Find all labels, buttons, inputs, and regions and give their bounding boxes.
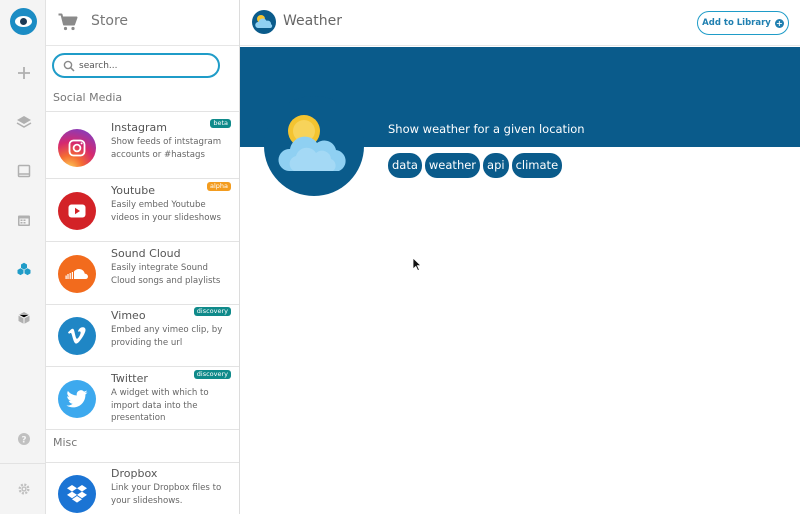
item-description: Easily embed Youtube videos in your slid… xyxy=(111,200,221,223)
store-item-twitter[interactable]: Twitter discovery A widget with which to… xyxy=(46,368,239,430)
rail-divider xyxy=(0,463,46,464)
cube-icon[interactable] xyxy=(13,307,34,328)
tag-list: data weather api climate xyxy=(388,153,563,178)
store-item-vimeo[interactable]: Vimeo discovery Embed any vimeo clip, by… xyxy=(46,305,239,367)
store-title: Store xyxy=(91,13,129,29)
help-icon[interactable]: ? xyxy=(13,428,34,449)
tag-chip[interactable]: climate xyxy=(511,153,563,178)
instagram-icon xyxy=(58,129,96,167)
tag-chip[interactable]: data xyxy=(388,153,422,178)
weather-large-icon xyxy=(264,96,364,196)
status-badge: alpha xyxy=(206,182,231,191)
soundcloud-icon xyxy=(58,255,96,293)
status-badge: discovery xyxy=(193,307,231,316)
store-item-youtube[interactable]: Youtube alpha Easily embed Youtube video… xyxy=(46,180,239,242)
item-description: Easily integrate Sound Cloud songs and p… xyxy=(111,263,221,286)
calendar-icon[interactable] xyxy=(13,209,34,230)
slide-icon[interactable] xyxy=(13,160,34,181)
store-item-instagram[interactable]: Instagram beta Show feeds of intstagram … xyxy=(46,117,239,179)
twitter-icon xyxy=(58,380,96,418)
item-title: Instagram xyxy=(111,121,167,134)
search-icon xyxy=(63,60,75,72)
mouse-cursor-icon xyxy=(412,257,422,272)
store-item-soundcloud[interactable]: Sound Cloud Easily integrate Sound Cloud… xyxy=(46,243,239,305)
item-title: Dropbox xyxy=(111,467,158,480)
main-header: Weather Add to Library + xyxy=(240,0,800,46)
widget-description: Show weather for a given location xyxy=(388,122,585,136)
item-description: Embed any vimeo clip, by providing the u… xyxy=(111,325,223,348)
item-title: Vimeo xyxy=(111,309,146,322)
item-title: Sound Cloud xyxy=(111,247,181,260)
add-to-library-button[interactable]: Add to Library + xyxy=(697,11,789,35)
status-badge: discovery xyxy=(193,370,231,379)
item-description: A widget with which to import data into … xyxy=(111,388,209,423)
dropbox-icon xyxy=(58,475,96,513)
status-badge: beta xyxy=(210,119,231,128)
item-title: Twitter xyxy=(111,372,148,385)
tag-chip[interactable]: api xyxy=(483,153,509,178)
plus-icon[interactable] xyxy=(13,62,34,83)
search-input[interactable] xyxy=(79,58,214,74)
store-header: Store xyxy=(46,0,239,46)
weather-icon xyxy=(252,10,276,34)
gear-icon[interactable] xyxy=(13,478,34,499)
section-heading-social-media: Social Media xyxy=(46,86,239,112)
add-to-library-label: Add to Library xyxy=(702,18,771,28)
youtube-icon xyxy=(58,192,96,230)
section-heading-misc: Misc xyxy=(46,431,239,463)
icon-rail: ? xyxy=(0,0,46,514)
layers-icon[interactable] xyxy=(13,111,34,132)
page-title: Weather xyxy=(283,13,342,29)
vimeo-icon xyxy=(58,317,96,355)
app-logo-icon[interactable] xyxy=(10,8,37,35)
store-panel: Store Social Media Instagram beta Show f… xyxy=(46,0,240,514)
item-description: Link your Dropbox files to your slidesho… xyxy=(111,483,222,506)
search-box[interactable] xyxy=(52,53,220,78)
item-title: Youtube xyxy=(111,184,155,197)
svg-text:?: ? xyxy=(21,435,26,445)
tag-chip[interactable]: weather xyxy=(424,153,481,178)
widgets-icon[interactable] xyxy=(13,258,34,279)
plus-circle-icon: + xyxy=(774,18,784,28)
cart-icon xyxy=(58,13,78,31)
item-description: Show feeds of intstagram accounts or #ha… xyxy=(111,137,222,160)
store-item-dropbox[interactable]: Dropbox Link your Dropbox files to your … xyxy=(46,463,239,514)
